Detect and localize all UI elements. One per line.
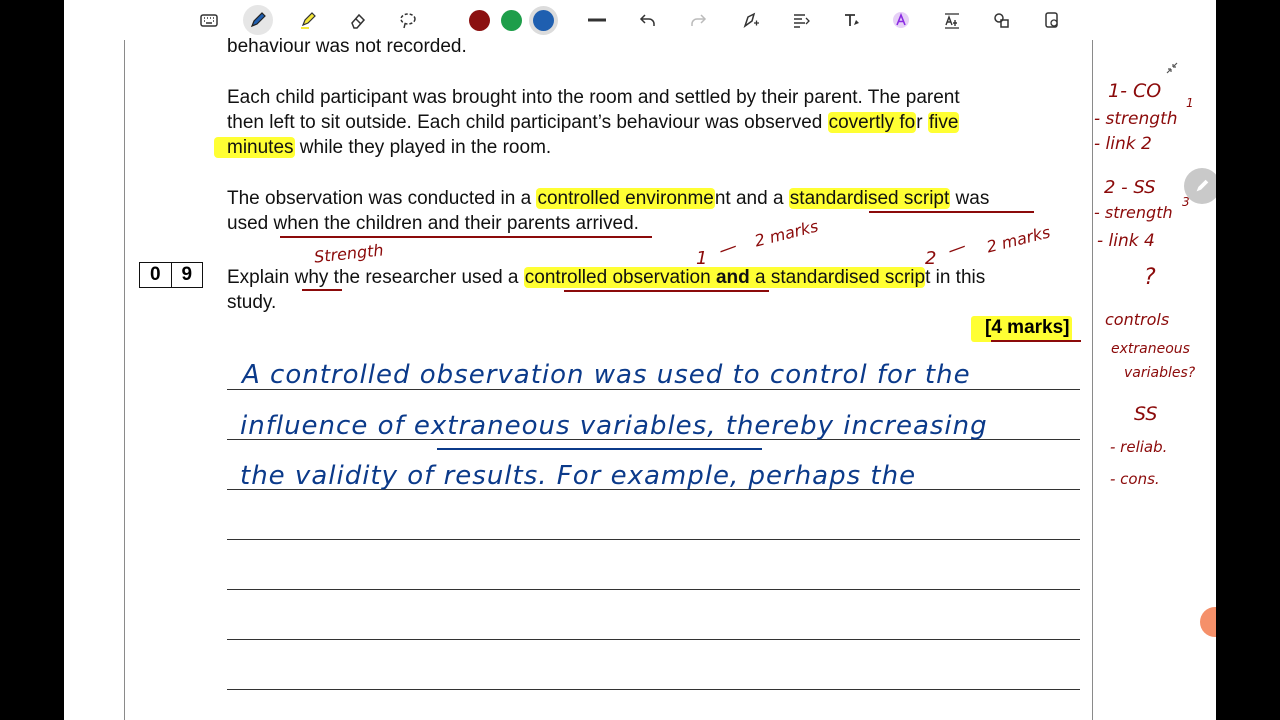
annotation-dash-1: — — [715, 235, 741, 262]
line-thickness-icon[interactable] — [585, 8, 609, 32]
margin-note-13: - cons. — [1110, 470, 1160, 488]
redo-icon[interactable] — [686, 8, 710, 32]
text-line-0: behaviour was not recorded. — [227, 36, 467, 57]
margin-note-sup-1: 1 — [1186, 96, 1194, 110]
keyboard-icon[interactable] — [197, 8, 221, 32]
text-size-icon[interactable] — [940, 8, 964, 32]
color-swatch-green[interactable] — [501, 10, 522, 31]
ai-assistant-icon[interactable] — [889, 8, 913, 32]
underline-when-children — [280, 236, 652, 238]
answer-rule-7 — [227, 689, 1080, 690]
recording-indicator[interactable] — [1200, 607, 1216, 637]
question-line-1: Explain why the researcher used a contro… — [227, 267, 986, 288]
margin-note-5: - strength — [1094, 203, 1173, 222]
text-p2-line1: The observation was conducted in a contr… — [227, 188, 990, 209]
answer-rule-4 — [227, 539, 1080, 540]
highlight-standardised-script: standardised script — [788, 188, 951, 209]
color-swatch-blue[interactable] — [533, 10, 554, 31]
page-right-edge — [1092, 40, 1093, 720]
lasso-icon[interactable] — [396, 8, 420, 32]
pencil-icon — [1196, 179, 1209, 192]
page-left-edge — [124, 40, 125, 720]
pencil-fab-button[interactable] — [1184, 168, 1216, 204]
underline-standardised-script — [869, 211, 1034, 213]
highlight-minutes: minutes — [214, 137, 295, 158]
annotation-two-marks-b: 2 marks — [984, 222, 1053, 257]
handwritten-answer-line-2: influence of extraneous variables, there… — [240, 411, 988, 441]
highlight-five: five — [927, 112, 960, 133]
highlight-question: controlled observation and a standardise… — [523, 267, 926, 288]
text-p2-line2: used when the children and their parents… — [227, 213, 639, 234]
question-line-2: study. — [227, 292, 277, 313]
annotation-two: 2 — [925, 248, 937, 269]
app-canvas: behaviour was not recorded. Each child p… — [64, 0, 1216, 720]
margin-note-4: 2 - SS — [1104, 177, 1156, 198]
underline-marks — [991, 340, 1081, 342]
text-p1-line3: minutes while they played in the room. — [214, 137, 551, 159]
margin-note-8: controls — [1105, 310, 1170, 329]
annotation-two-marks-a: 2 marks — [752, 216, 821, 251]
text-lines-icon[interactable] — [789, 8, 813, 32]
eraser-icon[interactable] — [346, 8, 370, 32]
handwritten-answer-line-1: A controlled observation was used to con… — [242, 360, 971, 390]
annotation-dash-2: — — [944, 235, 970, 262]
handwritten-underline-extraneous — [437, 448, 762, 450]
margin-note-7: ? — [1144, 265, 1156, 290]
annotation-strength: Strength — [313, 240, 385, 267]
margin-note-12: - reliab. — [1110, 438, 1168, 456]
question-digit-2: 9 — [181, 264, 193, 285]
collapse-icon[interactable] — [1164, 60, 1180, 76]
handwritten-answer-line-3: the validity of results. For example, pe… — [240, 461, 917, 491]
answer-rule-5 — [227, 589, 1080, 590]
underline-why — [302, 289, 342, 291]
margin-note-9: extraneous — [1111, 341, 1190, 357]
margin-note-10: variables? — [1124, 365, 1196, 381]
shapes-icon[interactable] — [989, 8, 1013, 32]
margin-note-2: - strength — [1094, 109, 1178, 129]
text-p1-line2: then left to sit outside. Each child par… — [227, 112, 960, 133]
question-digit-1: 0 — [140, 263, 172, 287]
pen-icon[interactable] — [243, 5, 273, 35]
text-p1-line1: Each child participant was brought into … — [227, 87, 960, 108]
margin-note-3: - link 2 — [1094, 134, 1152, 154]
highlighter-icon[interactable] — [296, 8, 320, 32]
color-swatch-red[interactable] — [469, 10, 490, 31]
text-tool-icon[interactable] — [839, 8, 863, 32]
margin-note-1: 1- CO — [1108, 80, 1162, 102]
highlight-covertly: covertly fo — [827, 112, 917, 133]
marks-label: [4 marks] — [971, 316, 1072, 342]
toolbar — [64, 0, 1216, 40]
answer-rule-6 — [227, 639, 1080, 640]
undo-icon[interactable] — [636, 8, 660, 32]
question-number-box: 0 9 — [139, 262, 203, 288]
shape-pen-icon[interactable] — [739, 8, 763, 32]
margin-note-6: - link 4 — [1097, 231, 1155, 251]
sticker-icon[interactable] — [1040, 8, 1064, 32]
margin-note-11: SS — [1134, 403, 1158, 425]
annotation-one: 1 — [696, 248, 708, 269]
highlight-controlled-environment: controlled environme — [536, 188, 715, 209]
underline-controlled-observation — [564, 290, 769, 292]
